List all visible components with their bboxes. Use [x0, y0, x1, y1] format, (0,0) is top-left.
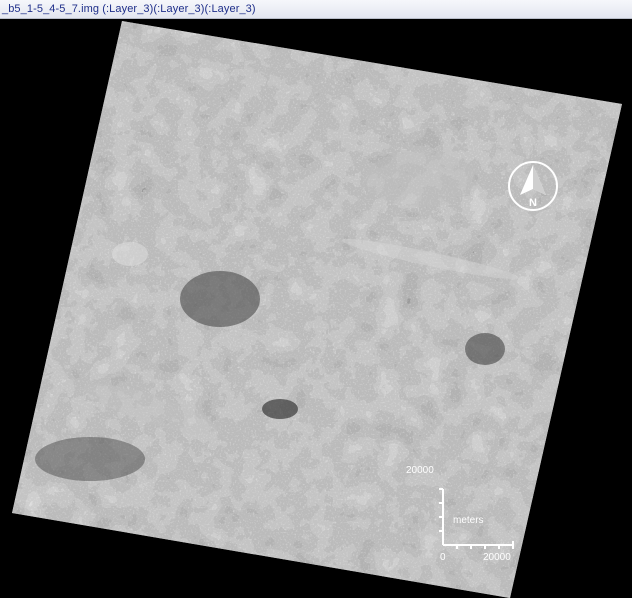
raster-image: [12, 21, 622, 598]
scale-bar: 20000 meters 0 20000: [405, 465, 525, 565]
scale-units-label: meters: [453, 515, 484, 526]
north-label: N: [529, 197, 537, 209]
window-title: _b5_1-5_4-5_7.img (:Layer_3)(:Layer_3)(:…: [2, 3, 256, 15]
image-viewer-window: _b5_1-5_4-5_7.img (:Layer_3)(:Layer_3)(:…: [0, 0, 632, 598]
north-arrow-icon: N: [508, 161, 558, 211]
map-viewport[interactable]: N 20000 meters 0 20000: [0, 19, 632, 598]
title-bar[interactable]: _b5_1-5_4-5_7.img (:Layer_3)(:Layer_3)(:…: [0, 0, 632, 19]
scene-footprint: [12, 21, 622, 598]
scale-x-max-label: 20000: [483, 552, 511, 563]
scale-origin-label: 0: [440, 552, 446, 563]
scale-y-max-label: 20000: [406, 465, 434, 476]
